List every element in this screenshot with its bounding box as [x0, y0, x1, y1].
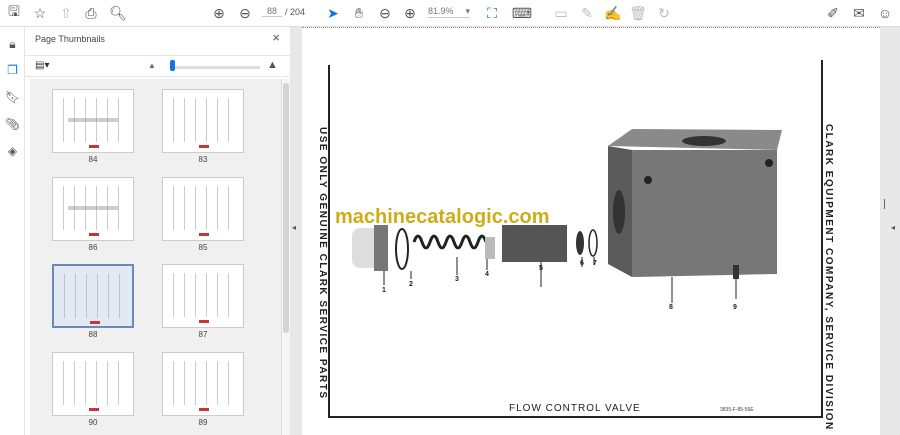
scroll-thumb[interactable]	[884, 199, 885, 209]
layers-icon[interactable]: ◈	[5, 144, 20, 159]
attachment-icon[interactable]: 📎︎	[5, 117, 20, 132]
page-thumbnail[interactable]	[52, 352, 134, 416]
select-cursor-icon[interactable]: ➤	[323, 4, 343, 22]
figure-code: 3835-F-85-55E	[720, 407, 754, 413]
panel-scrollbar[interactable]	[282, 79, 290, 435]
account-icon[interactable]: ☺	[875, 4, 895, 22]
thumbnail-page-label: 90	[88, 418, 98, 427]
page-thumbnail[interactable]	[162, 352, 244, 416]
zoom-out-icon[interactable]: ⊖	[375, 4, 395, 22]
top-port	[682, 136, 726, 146]
panel-scroll-thumb[interactable]	[283, 83, 289, 333]
part-6	[576, 231, 584, 255]
page-thumbnails-icon[interactable]: ❐	[5, 63, 20, 78]
part-4	[485, 237, 495, 259]
sign-icon[interactable]: ✍	[603, 4, 623, 22]
part-7-ring	[588, 229, 598, 257]
part-3-spring	[412, 234, 488, 250]
page-number-input[interactable]: 88	[262, 6, 282, 17]
part-2-oring	[395, 228, 409, 270]
part-label: 7	[593, 260, 597, 267]
part-label: 2	[409, 281, 413, 288]
panel-splitter[interactable]: ◂	[290, 27, 302, 435]
large-mountain-icon[interactable]: ▲	[267, 59, 278, 71]
part-label: 6	[580, 260, 584, 267]
bookmark-star-icon[interactable]: ☆	[30, 4, 50, 22]
small-mountain-icon[interactable]: ▲	[148, 61, 156, 70]
hand-icon[interactable]: ✋︎	[349, 4, 369, 22]
bookmark-icon[interactable]: 🔖︎	[5, 90, 20, 105]
page-thumbnail[interactable]	[52, 89, 134, 153]
zoom-select[interactable]: 81.9% ▾	[428, 6, 470, 18]
print-icon[interactable]: ⎙	[81, 4, 101, 22]
page-total: / 204	[285, 7, 306, 17]
page-thumbnail[interactable]	[162, 89, 244, 153]
save-icon[interactable]: 🖫	[4, 3, 24, 22]
fill-sign-icon[interactable]: ✐	[823, 4, 843, 22]
thumbnail-list: 84 83 86 85 88 87 90 89	[30, 79, 282, 435]
chevron-down-icon: ▾	[465, 6, 470, 16]
thumbnail-options-row: ▤▾ ▲ ▲	[25, 55, 290, 77]
page-thumbnail[interactable]	[52, 264, 134, 328]
part-label: 5	[539, 265, 543, 272]
rotate-icon[interactable]: ↻	[654, 4, 674, 22]
watermark: machinecatalogic.com	[335, 206, 550, 228]
thumbnail-page-label: 89	[198, 418, 208, 427]
upload-icon[interactable]: ⇧	[56, 4, 76, 22]
part-label: 1	[382, 287, 386, 294]
left-rail: 🔒︎ ❐ 🔖︎ 📎︎ ◈	[0, 27, 25, 435]
lock-icon[interactable]: 🔒︎	[5, 37, 20, 52]
close-icon[interactable]: ×	[272, 30, 280, 45]
thumbnail-page-label: 86	[88, 243, 98, 252]
comment-icon[interactable]: ▭	[551, 4, 571, 22]
exploded-valve-illustration	[352, 129, 782, 303]
part-label: 3	[455, 276, 459, 283]
collapse-left-icon[interactable]: ◂	[292, 223, 296, 232]
part-9-screw	[733, 265, 739, 279]
slider-handle[interactable]	[170, 60, 175, 71]
page-down-icon[interactable]: ⊖	[235, 4, 255, 22]
figure-caption: FLOW CONTROL VALVE	[509, 403, 641, 414]
page-thumbnail[interactable]	[52, 177, 134, 241]
scroll-mode-icon[interactable]: ⌨	[512, 4, 532, 22]
thumbnails-panel: Page Thumbnails × ▤▾ ▲ ▲ 84 83 86 85 88 87 90 8…	[25, 27, 290, 435]
thumbnail-page-label: 84	[88, 155, 98, 164]
collapse-right-icon[interactable]: ◂	[891, 223, 895, 232]
part-5-spool	[502, 225, 567, 262]
options-menu-icon[interactable]: ▤▾	[35, 60, 49, 71]
valve-body-front	[632, 150, 777, 277]
zoom-value: 81.9%	[428, 6, 454, 16]
part-label: 8	[669, 304, 673, 311]
zoom-in-icon[interactable]: ⊕	[400, 4, 420, 22]
search-icon[interactable]: 🔍︎	[108, 4, 128, 22]
delete-icon[interactable]: 🗑︎	[628, 4, 648, 22]
panel-title: Page Thumbnails	[35, 34, 105, 44]
fit-page-icon[interactable]: ⛶	[482, 4, 502, 22]
document-scrollbar[interactable]: ◂	[880, 27, 900, 435]
part-label: 9	[733, 304, 737, 311]
thumbnail-page-label: 85	[198, 243, 208, 252]
page-thumbnail[interactable]	[162, 177, 244, 241]
thumbnail-size-slider[interactable]	[172, 66, 260, 69]
document-page: USE ONLY GENUINE CLARK SERVICE PARTS CLA…	[302, 27, 880, 435]
part-label: 4	[485, 271, 489, 278]
page-up-icon[interactable]: ⊕	[209, 4, 229, 22]
highlight-icon[interactable]: ✎	[577, 4, 597, 22]
email-icon[interactable]: ✉	[849, 4, 869, 22]
page-thumbnail[interactable]	[162, 264, 244, 328]
toolbar: 🖫 ☆ ⇧ ⎙ 🔍︎ ⊕ ⊖ 88 / 204 ➤ ✋︎ ⊖ ⊕ 81.9% ▾ …	[0, 0, 900, 27]
thumbnail-page-label: 83	[198, 155, 208, 164]
thumbnail-page-label: 87	[198, 330, 208, 339]
thumbnail-page-label: 88	[88, 330, 98, 339]
